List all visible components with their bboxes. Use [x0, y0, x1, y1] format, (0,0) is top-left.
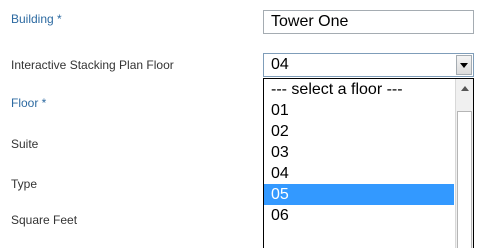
building-label: Building *: [11, 12, 62, 26]
suite-label: Suite: [11, 137, 39, 151]
floor-label: Floor *: [11, 96, 47, 110]
dropdown-scrollbar[interactable]: [455, 79, 473, 248]
dropdown-option[interactable]: 06: [264, 205, 454, 226]
dropdown-option[interactable]: 03: [264, 142, 454, 163]
building-field[interactable]: Tower One: [263, 10, 474, 34]
dropdown-option[interactable]: 02: [264, 121, 454, 142]
dropdown-option[interactable]: 04: [264, 163, 454, 184]
dropdown-option-highlighted[interactable]: 05: [264, 184, 454, 205]
type-label: Type: [11, 177, 38, 191]
scrollbar-thumb[interactable]: [457, 111, 472, 248]
building-value: Tower One: [271, 13, 349, 30]
dropdown-option[interactable]: --- select a floor ---: [264, 79, 454, 100]
floor-dropdown-list[interactable]: --- select a floor --- 01 02 03 04 05 06: [263, 78, 474, 248]
square-feet-label: Square Feet: [11, 213, 78, 227]
isp-floor-select[interactable]: 04: [263, 53, 474, 77]
dropdown-option[interactable]: 01: [264, 100, 454, 121]
scroll-up-arrow-icon[interactable]: [456, 79, 473, 97]
isp-floor-value: 04: [271, 56, 289, 73]
isp-floor-label: Interactive Stacking Plan Floor: [11, 58, 174, 72]
chevron-down-icon[interactable]: [456, 55, 472, 75]
